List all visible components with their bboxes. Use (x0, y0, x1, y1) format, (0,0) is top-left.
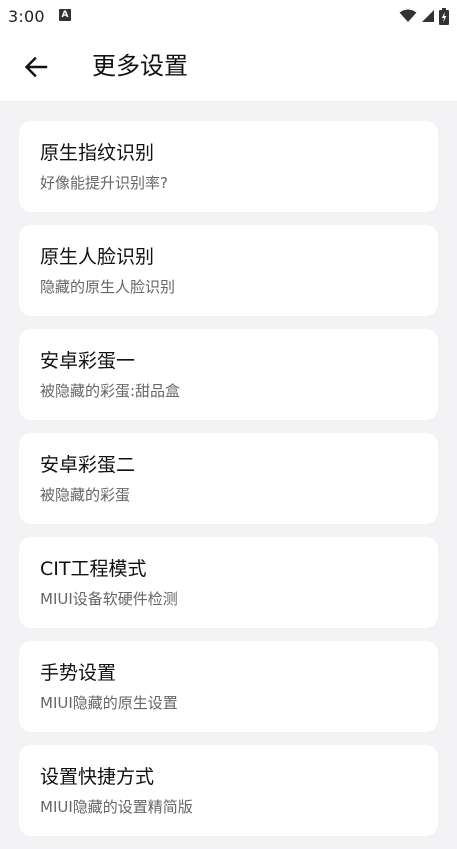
wifi-icon (399, 9, 417, 22)
setting-item-easter-egg-two[interactable]: 安卓彩蛋二 被隐藏的彩蛋 (19, 433, 438, 524)
setting-item-easter-egg-one[interactable]: 安卓彩蛋一 被隐藏的彩蛋:甜品盒 (19, 329, 438, 420)
setting-title: 原生指纹识别 (40, 142, 155, 164)
setting-item-gesture-settings[interactable]: 手势设置 MIUI隐藏的原生设置 (19, 641, 438, 732)
status-icons (399, 7, 449, 25)
setting-title: 设置快捷方式 (40, 766, 155, 788)
setting-subtitle: 隐藏的原生人脸识别 (40, 278, 176, 296)
page-title: 更多设置 (92, 52, 188, 80)
back-button[interactable] (20, 52, 52, 82)
signal-icon (422, 10, 434, 22)
setting-title: 安卓彩蛋一 (40, 350, 136, 372)
setting-item-cit-mode[interactable]: CIT工程模式 MIUI设备软硬件检测 (19, 537, 438, 628)
setting-title: CIT工程模式 (40, 558, 147, 580)
notification-badge: A (59, 9, 71, 21)
setting-title: 原生人脸识别 (40, 246, 155, 268)
app-bar: 更多设置 (0, 32, 457, 101)
setting-item-native-fingerprint[interactable]: 原生指纹识别 好像能提升识别率? (19, 121, 438, 212)
setting-item-settings-shortcut[interactable]: 设置快捷方式 MIUI隐藏的设置精简版 (19, 745, 438, 836)
setting-subtitle: 被隐藏的彩蛋 (40, 486, 131, 504)
setting-subtitle: 被隐藏的彩蛋:甜品盒 (40, 382, 181, 400)
battery-charging-icon (439, 7, 449, 25)
setting-subtitle: 好像能提升识别率? (40, 174, 168, 192)
setting-title: 安卓彩蛋二 (40, 454, 136, 476)
setting-item-native-face[interactable]: 原生人脸识别 隐藏的原生人脸识别 (19, 225, 438, 316)
settings-list: 原生指纹识别 好像能提升识别率? 原生人脸识别 隐藏的原生人脸识别 安卓彩蛋一 … (19, 121, 438, 849)
status-bar: 3:00 A (0, 0, 457, 32)
setting-title: 手势设置 (40, 662, 117, 684)
setting-subtitle: MIUI设备软硬件检测 (40, 590, 178, 608)
setting-subtitle: MIUI隐藏的设置精简版 (40, 798, 193, 816)
arrow-left-icon (24, 56, 48, 78)
setting-subtitle: MIUI隐藏的原生设置 (40, 694, 178, 712)
status-time: 3:00 (8, 7, 45, 26)
